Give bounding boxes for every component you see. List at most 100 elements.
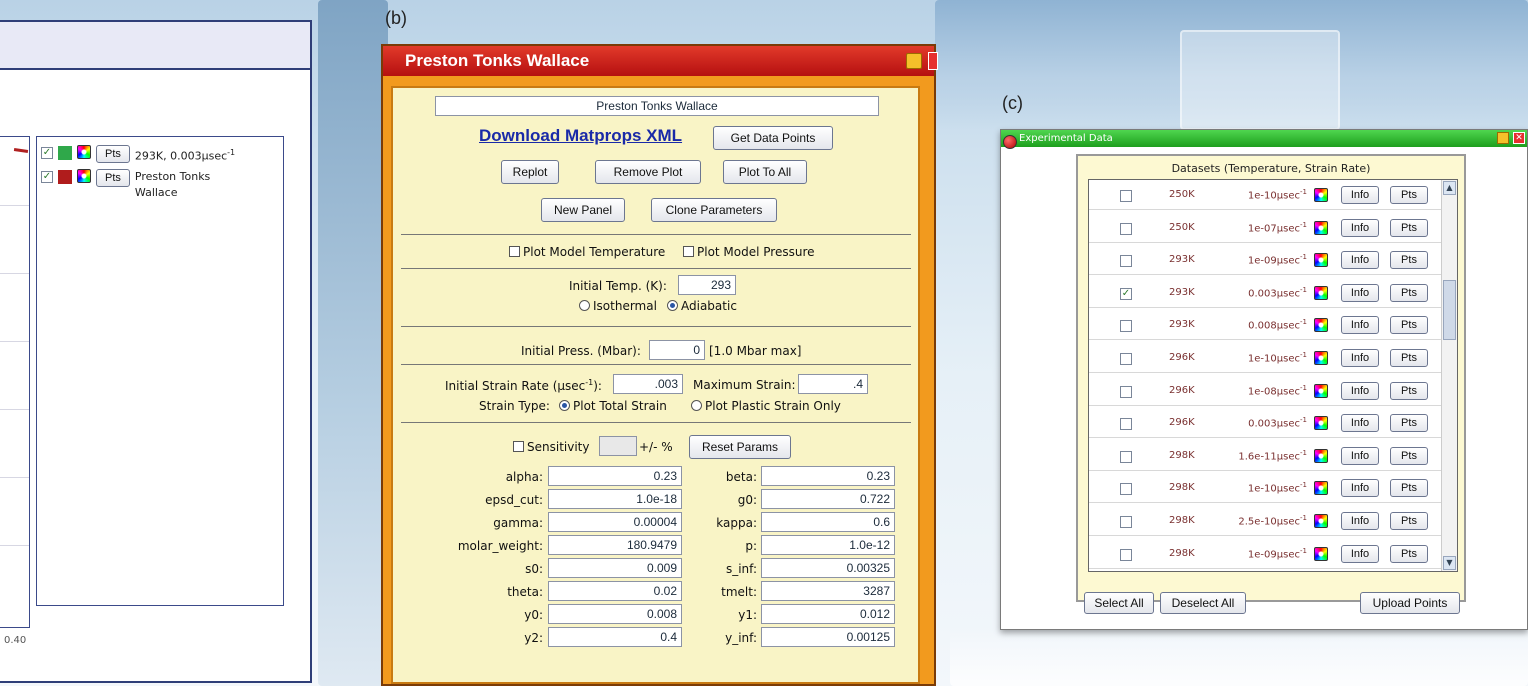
series-color-swatch[interactable]	[58, 170, 72, 184]
dataset-checkbox[interactable]: ✓	[1120, 287, 1132, 300]
datasets-scrollbar[interactable]: ▲ ▼	[1441, 180, 1457, 571]
info-button[interactable]: Info	[1341, 186, 1379, 204]
legend-checkbox[interactable]: ✓	[41, 171, 53, 183]
param-input[interactable]: 0.00125	[761, 627, 895, 647]
dataset-checkbox[interactable]	[1120, 516, 1132, 528]
close-icon[interactable]	[928, 52, 938, 70]
color-picker-icon[interactable]	[1314, 351, 1328, 365]
replot-button[interactable]: Replot	[501, 160, 559, 184]
pts-button[interactable]: Pts	[1390, 283, 1428, 302]
info-button[interactable]: Info	[1341, 446, 1379, 465]
initial-temp-input[interactable]: 293	[678, 275, 736, 295]
pts-button[interactable]: Pts	[1390, 381, 1428, 400]
pts-button[interactable]: Pts	[1390, 218, 1428, 237]
info-button[interactable]: Info	[1341, 544, 1379, 563]
param-input[interactable]: 0.4	[548, 627, 682, 647]
sensitivity-input[interactable]	[599, 436, 637, 456]
max-strain-input[interactable]: .4	[798, 374, 868, 394]
get-data-points-button[interactable]: Get Data Points	[713, 126, 833, 150]
color-picker-icon[interactable]	[1314, 481, 1328, 496]
remove-plot-button[interactable]: Remove Plot	[595, 160, 701, 184]
sensitivity-checkbox[interactable]: Sensitivity	[513, 440, 589, 454]
new-panel-button[interactable]: New Panel	[541, 198, 625, 222]
scroll-thumb[interactable]	[1443, 280, 1456, 340]
dataset-checkbox[interactable]	[1120, 548, 1132, 561]
dataset-checkbox[interactable]	[1120, 222, 1132, 235]
param-input[interactable]: 0.6	[761, 512, 895, 532]
scroll-down-icon[interactable]: ▼	[1443, 556, 1456, 570]
param-input[interactable]: 180.9479	[548, 535, 682, 555]
dataset-checkbox[interactable]	[1120, 353, 1132, 365]
color-picker-icon[interactable]	[1314, 546, 1328, 561]
strain-rate-input[interactable]: .003	[613, 374, 683, 394]
pts-button[interactable]: Pts	[1390, 544, 1428, 563]
color-picker-icon[interactable]	[1314, 514, 1328, 528]
param-input[interactable]: 0.009	[548, 558, 682, 578]
info-button[interactable]: Info	[1341, 512, 1379, 530]
pts-button[interactable]: Pts	[1390, 316, 1428, 335]
initial-press-input[interactable]: 0	[649, 340, 705, 360]
color-picker-icon[interactable]	[1314, 220, 1328, 235]
experimental-data-titlebar[interactable]: Experimental Data ✕	[1001, 130, 1527, 149]
param-input[interactable]: 0.00325	[761, 558, 895, 578]
legend-checkbox[interactable]: ✓	[41, 147, 53, 159]
reset-params-button[interactable]: Reset Params	[689, 435, 791, 459]
dataset-checkbox[interactable]	[1120, 483, 1132, 496]
color-picker-icon[interactable]	[77, 145, 91, 159]
param-input[interactable]: 3287	[761, 581, 895, 601]
info-button[interactable]: Info	[1341, 251, 1379, 270]
color-picker-icon[interactable]	[1314, 448, 1328, 463]
download-matprops-link[interactable]: Download Matprops XML	[479, 126, 682, 146]
pts-button[interactable]: Pts	[1390, 479, 1428, 498]
color-picker-icon[interactable]	[1314, 416, 1328, 431]
pts-button[interactable]: Pts	[1390, 512, 1428, 530]
param-input[interactable]: 0.23	[548, 466, 682, 486]
minimize-icon[interactable]	[1497, 132, 1509, 144]
info-button[interactable]: Info	[1341, 283, 1379, 302]
plot-model-pressure-checkbox[interactable]: Plot Model Pressure	[683, 245, 815, 259]
param-input[interactable]: 0.23	[761, 466, 895, 486]
param-input[interactable]: 0.722	[761, 489, 895, 509]
color-picker-icon[interactable]	[1314, 383, 1328, 398]
dataset-checkbox[interactable]	[1120, 385, 1132, 398]
clone-parameters-button[interactable]: Clone Parameters	[651, 198, 777, 222]
info-button[interactable]: Info	[1341, 414, 1379, 433]
info-button[interactable]: Info	[1341, 381, 1379, 400]
select-all-button[interactable]: Select All	[1084, 592, 1154, 614]
pts-button[interactable]: Pts	[1390, 414, 1428, 433]
pts-button[interactable]: Pts	[1390, 186, 1428, 204]
param-input[interactable]: 0.012	[761, 604, 895, 624]
pts-button[interactable]: Pts	[96, 169, 130, 187]
ptw-window-titlebar[interactable]: Preston Tonks Wallace	[383, 46, 938, 76]
model-name-field[interactable]: Preston Tonks Wallace	[435, 96, 879, 116]
param-input[interactable]: 0.008	[548, 604, 682, 624]
color-picker-icon[interactable]	[1314, 253, 1328, 268]
upload-points-button[interactable]: Upload Points	[1360, 592, 1460, 614]
pts-button[interactable]: Pts	[1390, 446, 1428, 465]
color-picker-icon[interactable]	[77, 169, 91, 183]
color-picker-icon[interactable]	[1314, 318, 1328, 333]
close-icon[interactable]: ✕	[1513, 132, 1525, 144]
param-input[interactable]: 1.0e-12	[761, 535, 895, 555]
plot-total-strain-radio[interactable]: Plot Total Strain	[559, 399, 667, 413]
plot-model-temperature-checkbox[interactable]: Plot Model Temperature	[509, 245, 665, 259]
plot-to-all-button[interactable]: Plot To All	[723, 160, 807, 184]
pts-button[interactable]: Pts	[96, 145, 130, 163]
color-picker-icon[interactable]	[1314, 188, 1328, 202]
deselect-all-button[interactable]: Deselect All	[1160, 592, 1246, 614]
info-button[interactable]: Info	[1341, 218, 1379, 237]
param-input[interactable]: 0.00004	[548, 512, 682, 532]
adiabatic-radio[interactable]: Adiabatic	[667, 299, 737, 313]
isothermal-radio[interactable]: Isothermal	[579, 299, 657, 313]
dataset-checkbox[interactable]	[1120, 255, 1132, 268]
plot-plastic-strain-radio[interactable]: Plot Plastic Strain Only	[691, 399, 841, 413]
info-button[interactable]: Info	[1341, 479, 1379, 498]
dataset-checkbox[interactable]	[1120, 450, 1132, 463]
info-button[interactable]: Info	[1341, 349, 1379, 367]
minimize-icon[interactable]	[906, 53, 922, 69]
pts-button[interactable]: Pts	[1390, 349, 1428, 367]
info-button[interactable]: Info	[1341, 316, 1379, 335]
dataset-checkbox[interactable]	[1120, 320, 1132, 333]
dataset-checkbox[interactable]	[1120, 190, 1132, 202]
pts-button[interactable]: Pts	[1390, 251, 1428, 270]
